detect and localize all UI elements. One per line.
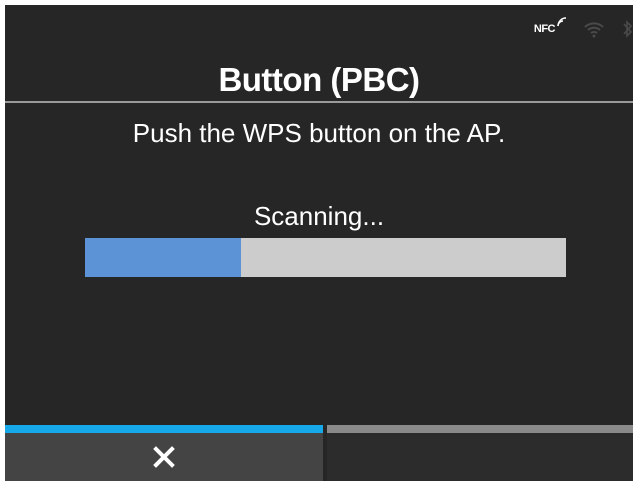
softkey-bar <box>5 425 633 481</box>
nfc-label: NFC <box>533 23 556 35</box>
nfc-icon: NFC <box>533 17 567 35</box>
progress-fill <box>85 238 242 277</box>
right-softkey[interactable] <box>327 425 633 481</box>
progress-bar <box>85 238 566 277</box>
dialog-title: Button (PBC) <box>218 61 420 98</box>
printer-screen: NFC Button (PBC) Push the WPS button on … <box>5 5 633 481</box>
instruction-message: Push the WPS button on the AP. <box>132 118 506 148</box>
wifi-icon <box>583 20 605 38</box>
status-icons: NFC <box>533 17 633 39</box>
status-bar: NFC <box>5 5 633 53</box>
title-divider <box>5 101 633 103</box>
cancel-button[interactable] <box>5 425 323 481</box>
bluetooth-icon <box>623 19 633 39</box>
close-icon <box>153 446 175 468</box>
scan-status-text: Scanning... <box>253 201 385 231</box>
